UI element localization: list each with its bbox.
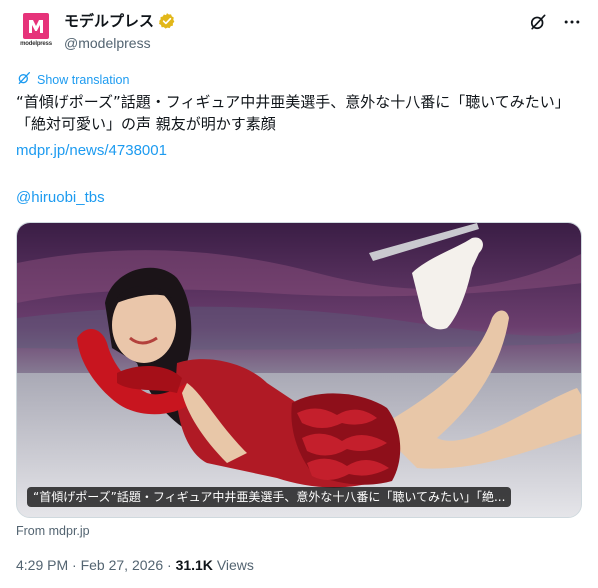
logo-subtext: modelpress: [20, 41, 52, 47]
author-block: モデルプレス @modelpress: [64, 12, 176, 52]
separator-dot: ·: [167, 557, 176, 573]
show-translation[interactable]: Show translation: [16, 70, 129, 89]
media-source[interactable]: From mdpr.jp: [16, 524, 90, 538]
views-count: 31.1K: [175, 557, 213, 573]
verified-badge-icon[interactable]: [158, 12, 176, 30]
grok-icon[interactable]: [528, 12, 548, 32]
header-actions: [528, 12, 582, 32]
media-card[interactable]: “首傾げポーズ”話題・フィギュア中井亜美選手、意外な十八番に「聴いてみたい」「絶…: [16, 222, 582, 518]
tweet-time[interactable]: 4:29 PM: [16, 557, 68, 573]
tweet-date[interactable]: Feb 27, 2026: [81, 557, 164, 573]
translate-icon: [16, 70, 32, 89]
views-label: Views: [216, 557, 254, 573]
tweet: modelpress モデルプレス @modelpress Show trans…: [0, 0, 598, 588]
more-icon[interactable]: [562, 12, 582, 32]
display-name-row: モデルプレス: [64, 12, 176, 30]
show-translation-label: Show translation: [37, 72, 130, 87]
tweet-meta: 4:29 PM · Feb 27, 2026 · 31.1K Views: [16, 557, 254, 573]
article-link[interactable]: mdpr.jp/news/4738001: [16, 140, 167, 162]
display-name[interactable]: モデルプレス: [64, 12, 154, 30]
skater-photo: [17, 223, 581, 517]
separator-dot: ·: [72, 557, 81, 573]
avatar[interactable]: modelpress: [16, 10, 56, 50]
tweet-text: “首傾げポーズ”話題・フィギュア中井亜美選手、意外な十八番に「聴いてみたい」「絶…: [16, 93, 570, 133]
modelpress-logo: [23, 13, 49, 39]
handle[interactable]: @modelpress: [64, 34, 176, 52]
mention-link[interactable]: @hiruobi_tbs: [16, 187, 105, 209]
media-caption: “首傾げポーズ”話題・フィギュア中井亜美選手、意外な十八番に「聴いてみたい」「絶…: [27, 487, 512, 507]
